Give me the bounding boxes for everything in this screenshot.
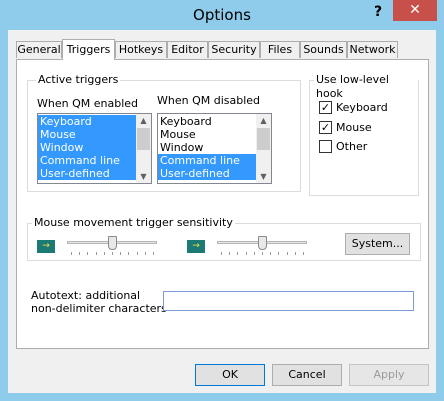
list-item[interactable]: Command line <box>38 154 151 167</box>
tab-sounds[interactable]: Sounds <box>300 41 347 58</box>
title-bar[interactable]: Options ? ✕ <box>0 0 444 30</box>
slider-tick <box>112 252 113 255</box>
slider-tick <box>278 252 280 255</box>
autotext-characters-input[interactable] <box>163 291 414 311</box>
window-frame-left <box>0 30 8 401</box>
slider-tick <box>286 252 288 255</box>
cancel-button[interactable]: Cancel <box>272 364 342 386</box>
scroll-up-icon[interactable]: ▲ <box>136 114 151 127</box>
enabled-triggers-list[interactable]: Keyboard Mouse Window Command line User-… <box>37 113 152 184</box>
scroll-down-icon[interactable]: ▼ <box>256 170 271 183</box>
list-item[interactable]: Keyboard <box>158 115 271 128</box>
slider-tick <box>120 252 122 255</box>
tab-general[interactable]: General <box>16 41 62 58</box>
slider-tick <box>144 252 146 255</box>
low-level-hook-group: Use low-level hook ✓ Keyboard ✓ Mouse Ot… <box>309 73 419 196</box>
apply-button[interactable]: Apply <box>349 364 429 386</box>
checkbox-unchecked-icon[interactable] <box>319 140 332 153</box>
when-disabled-label: When QM disabled <box>157 94 261 107</box>
slider-tick <box>71 252 72 255</box>
tab-editor[interactable]: Editor <box>167 41 208 58</box>
slider-tick <box>237 252 239 255</box>
tab-files[interactable]: Files <box>260 41 300 58</box>
tab-network[interactable]: Network <box>347 41 398 58</box>
hook-mouse-label: Mouse <box>336 121 372 134</box>
hook-other-label: Other <box>336 140 368 153</box>
list-item[interactable]: Mouse <box>158 128 271 141</box>
slider-tick <box>303 252 304 255</box>
active-triggers-label: Active triggers <box>36 73 121 87</box>
slider-tick <box>294 252 296 255</box>
sensitivity-group: Mouse movement trigger sensitivity → → S… <box>27 216 421 261</box>
scroll-down-icon[interactable]: ▼ <box>136 170 151 183</box>
slider-tick <box>245 252 247 255</box>
tab-triggers[interactable]: Triggers <box>62 39 115 60</box>
window-frame-right <box>436 30 444 401</box>
slider-tick <box>136 252 138 255</box>
disabled-arrow-icon: → <box>187 240 205 253</box>
triggers-panel: Active triggers When QM enabled When QM … <box>16 59 429 349</box>
slider-ticks <box>71 252 154 256</box>
slider-tick <box>103 252 105 255</box>
list-item[interactable]: Keyboard <box>38 115 151 128</box>
list-item[interactable]: Window <box>158 141 271 154</box>
autotext-label-line1: Autotext: additional <box>31 289 141 302</box>
disabled-sensitivity-slider[interactable] <box>258 236 267 250</box>
autotext-label-line2: non-delimiter characters <box>31 302 167 315</box>
disabled-triggers-list[interactable]: Keyboard Mouse Window Command line User-… <box>157 113 272 184</box>
hook-keyboard-label: Keyboard <box>336 101 388 114</box>
list-item[interactable]: Mouse <box>38 128 151 141</box>
close-icon: ✕ <box>409 2 421 18</box>
tab-hotkeys[interactable]: Hotkeys <box>115 41 167 58</box>
list-item[interactable]: User-defined <box>158 167 271 180</box>
ok-button[interactable]: OK <box>195 364 265 386</box>
tab-security[interactable]: Security <box>208 41 260 58</box>
slider-tick <box>95 252 97 255</box>
slider-tick <box>79 252 81 255</box>
system-button[interactable]: System... <box>345 233 410 255</box>
checkbox-checked-icon[interactable]: ✓ <box>319 121 332 134</box>
slider-tick <box>270 252 272 255</box>
slider-tick <box>221 252 222 255</box>
scroll-up-icon[interactable]: ▲ <box>256 114 271 127</box>
list-item[interactable]: User-defined <box>38 167 151 180</box>
slider-tick <box>153 252 154 255</box>
disabled-list-scrollbar[interactable]: ▲ ▼ <box>256 114 271 183</box>
low-level-hook-label: Use low-level hook <box>314 73 418 101</box>
close-button[interactable]: ✕ <box>393 0 437 21</box>
slider-tick <box>229 252 231 255</box>
sensitivity-label: Mouse movement trigger sensitivity <box>32 216 235 230</box>
enabled-sensitivity-slider[interactable] <box>108 236 117 250</box>
slider-tick <box>253 252 255 255</box>
slider-ticks <box>221 252 304 256</box>
list-item[interactable]: Command line <box>158 154 271 167</box>
window-frame-bottom <box>0 393 444 401</box>
active-triggers-group: Active triggers When QM enabled When QM … <box>27 73 301 192</box>
scroll-thumb[interactable] <box>257 128 270 150</box>
help-button[interactable]: ? <box>366 1 390 23</box>
options-window: Options ? ✕ General Triggers Hotkeys Edi… <box>0 0 444 401</box>
slider-tick <box>87 252 89 255</box>
scroll-thumb[interactable] <box>137 128 150 150</box>
when-enabled-label: When QM enabled <box>37 97 138 110</box>
list-item[interactable]: Window <box>38 141 151 154</box>
enabled-arrow-icon: → <box>37 240 55 253</box>
slider-tick <box>128 252 130 255</box>
enabled-list-scrollbar[interactable]: ▲ ▼ <box>136 114 151 183</box>
slider-tick <box>262 252 263 255</box>
checkbox-checked-icon[interactable]: ✓ <box>319 101 332 114</box>
